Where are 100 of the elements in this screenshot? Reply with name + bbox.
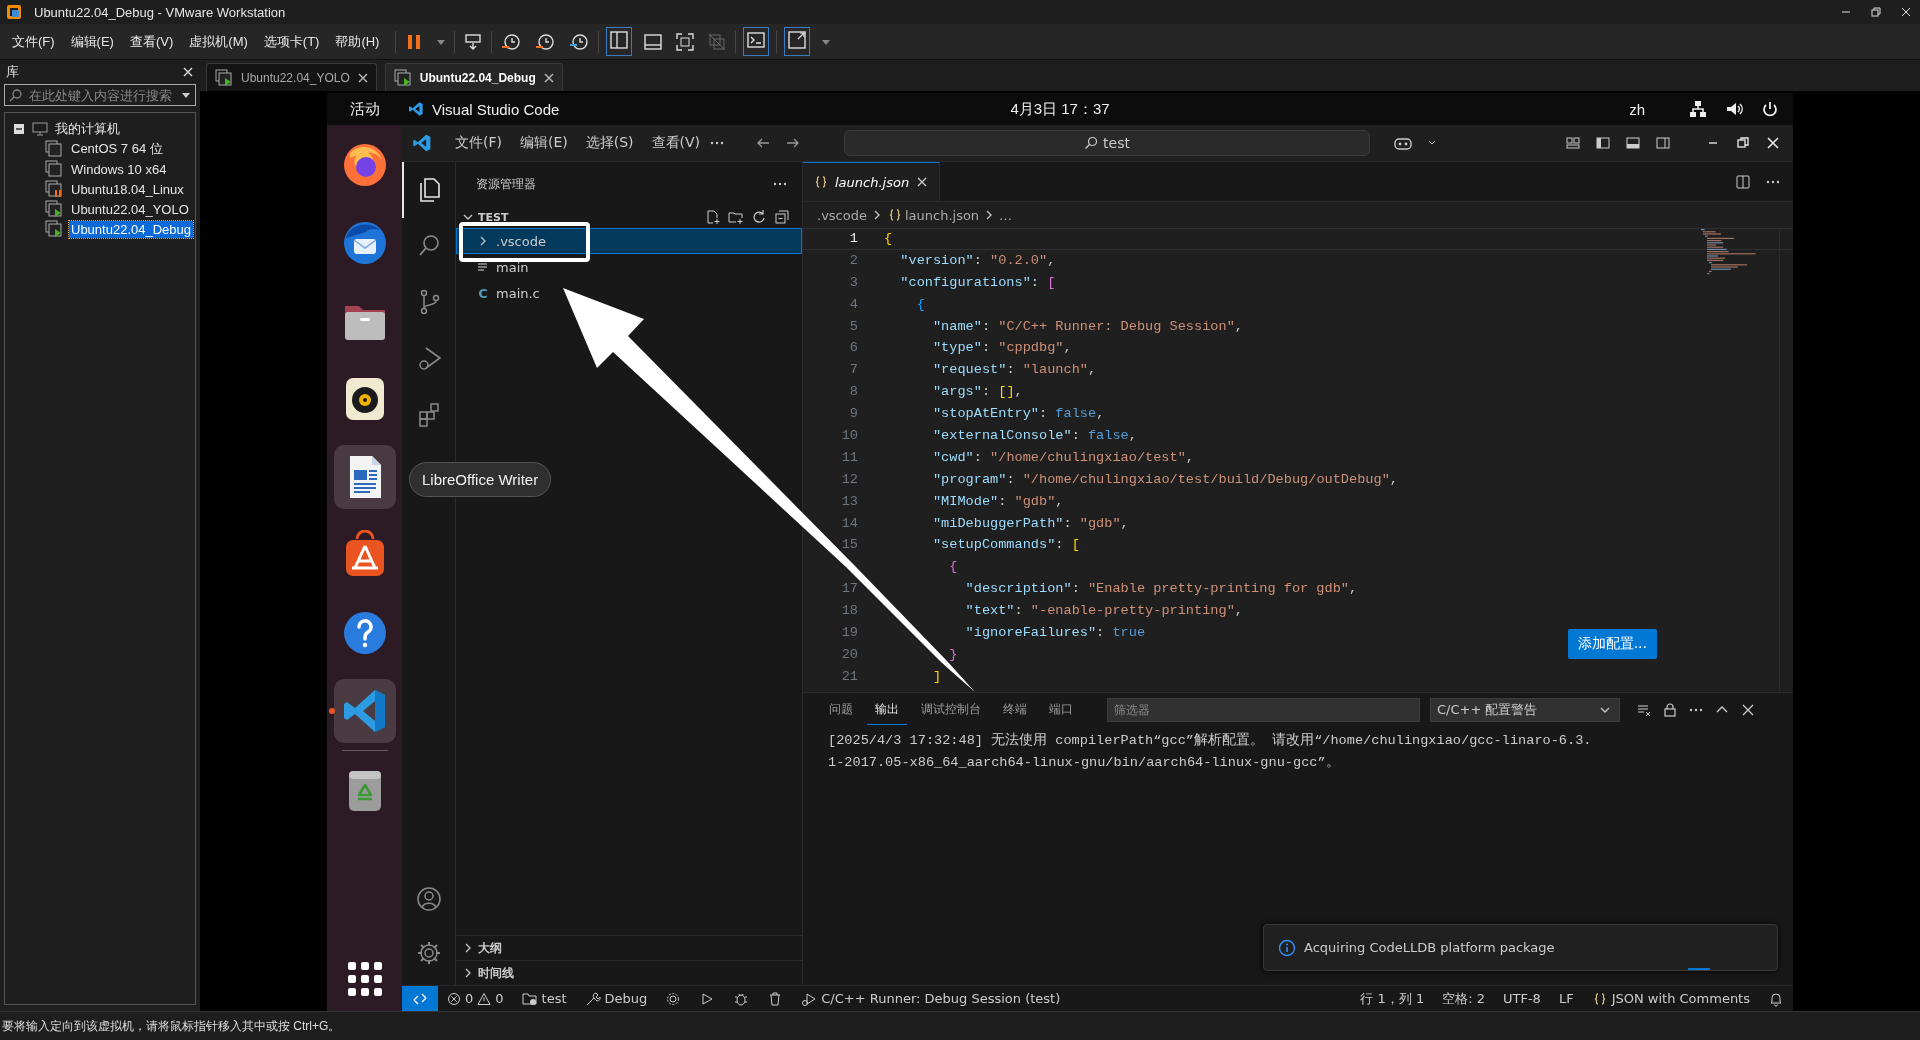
breadcrumb-item[interactable]: launch.json bbox=[904, 207, 980, 223]
line-number: 4 bbox=[848, 295, 858, 314]
tooltip: LibreOffice Writer bbox=[409, 462, 552, 497]
menu-item[interactable]: 查看(V) bbox=[642, 130, 710, 156]
panel-tab[interactable]: 问题 bbox=[821, 695, 861, 725]
code-line: "ignoreFailures": true bbox=[964, 624, 1146, 643]
menu-item[interactable]: 文件(F) bbox=[4, 28, 63, 55]
line-number: 14 bbox=[840, 514, 858, 533]
code-line: "text": "-enable-pretty-printing", bbox=[964, 602, 1243, 621]
code-line: { bbox=[948, 558, 958, 577]
input-method[interactable]: zh bbox=[1629, 100, 1645, 118]
panel-tab[interactable]: 调试控制台 bbox=[913, 695, 989, 725]
tree-item[interactable]: 我的计算机 bbox=[55, 120, 120, 138]
code-line: "cwd": "/home/chulingxiao/test", bbox=[931, 448, 1195, 467]
problems-button[interactable]: 0 0 bbox=[438, 991, 513, 1006]
line-number: 17 bbox=[840, 580, 858, 599]
panel-tab[interactable]: 输出 bbox=[867, 695, 907, 725]
build-type-button[interactable]: Debug bbox=[575, 990, 657, 1007]
line-number: 2 bbox=[848, 251, 858, 270]
menu-item[interactable]: 查看(V) bbox=[121, 28, 182, 55]
panel-tab[interactable]: 端口 bbox=[1041, 695, 1081, 725]
section-header[interactable]: 大纲 bbox=[478, 939, 502, 957]
code-line: "version": "0.2.0", bbox=[899, 251, 1056, 270]
code-line: "miDebuggerPath": "gdb", bbox=[931, 514, 1129, 533]
window-title: Ubuntu22.04_Debug - VMware Workstation bbox=[34, 4, 286, 20]
code-line: } bbox=[948, 645, 958, 664]
language-mode[interactable]: JSON with Comments bbox=[1582, 990, 1759, 1007]
folder-button[interactable]: test bbox=[512, 990, 576, 1007]
command-center[interactable]: test bbox=[844, 130, 1370, 156]
line-number: 5 bbox=[848, 317, 858, 336]
line-number: 3 bbox=[848, 273, 858, 292]
search-field[interactable]: 在此处键入内容进行搜索 bbox=[4, 84, 196, 106]
vm-tab[interactable]: Ubuntu22.04_YOLO bbox=[206, 63, 377, 91]
add-configuration-button[interactable]: 添加配置... bbox=[1567, 629, 1657, 659]
panel-tab[interactable]: 终端 bbox=[995, 695, 1035, 725]
line-number: 20 bbox=[840, 645, 858, 664]
filter-field[interactable]: 筛选器 bbox=[1107, 698, 1420, 722]
menu-item[interactable]: 选项卡(T) bbox=[255, 28, 328, 55]
editor-tab[interactable]: launch.json bbox=[803, 162, 941, 201]
code-line: "stopAtEntry": false, bbox=[931, 405, 1105, 424]
line-number: 6 bbox=[848, 339, 858, 358]
tree-item[interactable]: Ubuntu18.04_Linux bbox=[69, 180, 186, 198]
code-line: "description": "Enable pretty-printing for gdb", bbox=[964, 580, 1358, 599]
code-line: "MIMode": "gdb", bbox=[931, 492, 1064, 511]
line-number: 8 bbox=[848, 383, 858, 402]
section-header[interactable]: 时间线 bbox=[478, 964, 514, 982]
line-number: 21 bbox=[840, 667, 858, 686]
notification-message: Acquiring CodeLLDB platform package bbox=[1304, 940, 1555, 955]
sidebar-title: 资源管理器 bbox=[476, 175, 536, 193]
app-name[interactable]: Visual Studio Code bbox=[432, 100, 560, 118]
line-number: 19 bbox=[840, 624, 858, 643]
menu-item[interactable]: 帮助(H) bbox=[327, 28, 388, 55]
menu-item[interactable]: 虚拟机(M) bbox=[181, 28, 256, 55]
tree-item[interactable]: Ubuntu22.04_YOLO bbox=[69, 200, 191, 218]
line-number: 13 bbox=[840, 492, 858, 511]
line-ending[interactable]: LF bbox=[1549, 991, 1583, 1006]
line-number: 12 bbox=[840, 470, 858, 489]
clock[interactable]: 4月3日 17：37 bbox=[1010, 99, 1110, 119]
code-line: "externalConsole": false, bbox=[931, 427, 1137, 445]
code-line: "type": "cppdbg", bbox=[931, 339, 1072, 358]
code-line: "name": "C/C++ Runner: Debug Session", bbox=[931, 317, 1243, 336]
code-line: "request": "launch", bbox=[931, 361, 1097, 380]
panel-title: 库 bbox=[6, 63, 19, 81]
debug-session-button[interactable]: C/C++ Runner: Debug Session (test) bbox=[792, 990, 1070, 1007]
line-number: 10 bbox=[840, 427, 858, 445]
line-number: 9 bbox=[848, 405, 858, 424]
indentation[interactable]: 空格: 2 bbox=[1433, 989, 1494, 1008]
code-line: ] bbox=[931, 667, 942, 686]
output-channel-dropdown[interactable]: C/C++ 配置警告 bbox=[1430, 698, 1620, 722]
line-number: 15 bbox=[840, 536, 858, 555]
section-header[interactable]: TEST bbox=[478, 210, 509, 224]
tree-item[interactable]: Ubuntu22.04_Debug bbox=[69, 220, 193, 238]
file-tree-item[interactable]: main bbox=[456, 254, 802, 280]
code-line: "args": [], bbox=[931, 383, 1023, 402]
code-line: "program": "/home/chulingxiao/test/build/Debug/outDebug", bbox=[931, 470, 1398, 489]
menu-item[interactable]: 编辑(E) bbox=[511, 130, 577, 156]
breadcrumb-item[interactable]: … bbox=[999, 207, 1013, 223]
output-line: [2025/4/3 17:32:48] 无法使用 compilerPath“gcc”解析配置。 请改用“/home/chulingxiao/gcc-linaro-6.3. bbox=[828, 731, 1593, 750]
status-message: 要将输入定向到该虚拟机，请将鼠标指针移入其中或按 Ctrl+G。 bbox=[2, 1017, 341, 1035]
file-tree-item[interactable]: C main.c bbox=[456, 280, 802, 306]
cursor-position[interactable]: 行 1，列 1 bbox=[1351, 989, 1434, 1008]
file-tree-item[interactable]: .vscode bbox=[456, 228, 802, 254]
menu-item[interactable]: 文件(F) bbox=[446, 130, 511, 156]
breadcrumb-item[interactable]: .vscode bbox=[817, 207, 867, 223]
code-line: "setupCommands": [ bbox=[931, 536, 1080, 555]
code-line: { bbox=[884, 230, 893, 248]
line-number: 7 bbox=[848, 361, 858, 380]
line-number: 18 bbox=[840, 602, 858, 621]
tree-item[interactable]: CentOS 7 64 位 bbox=[69, 139, 165, 159]
tree-item[interactable]: Windows 10 x64 bbox=[69, 160, 169, 178]
encoding[interactable]: UTF-8 bbox=[1494, 991, 1550, 1006]
output-line: 1-2017.05-x86_64_aarch64-linux-gnu/bin/aarch64-linux-gnu-gcc”。 bbox=[828, 754, 1341, 772]
menu-item[interactable]: 选择(S) bbox=[576, 130, 643, 156]
code-line: "configurations": [ bbox=[899, 273, 1056, 292]
vm-tab[interactable]: Ubuntu22.04_Debug bbox=[384, 63, 563, 91]
line-number: 11 bbox=[840, 448, 858, 467]
code-line: { bbox=[915, 295, 925, 314]
menu-item[interactable]: 编辑(E) bbox=[62, 28, 122, 55]
activities-button[interactable]: 活动 bbox=[327, 99, 402, 119]
line-number: 1 bbox=[848, 230, 858, 248]
